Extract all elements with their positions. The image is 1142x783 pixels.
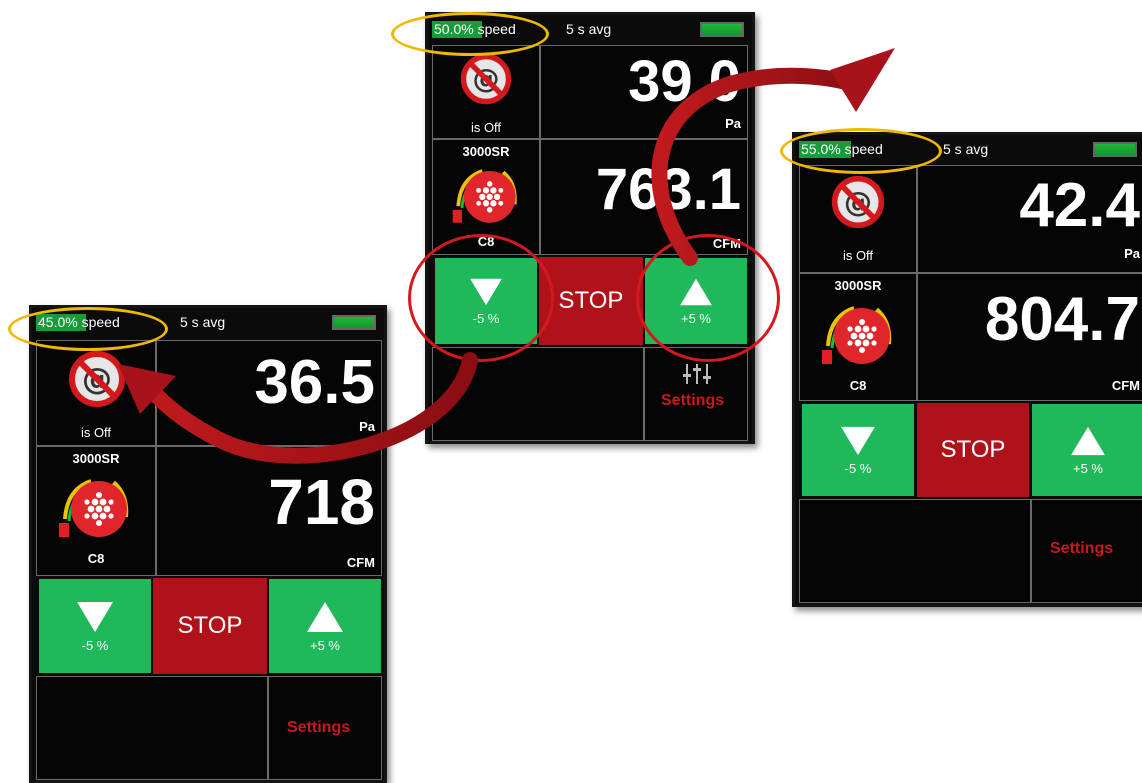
flow-cell: 804.7 CFM — [917, 273, 1142, 401]
averaging-label: 5 s avg — [566, 21, 612, 37]
decrease-speed-button[interactable]: -5 % — [434, 257, 538, 345]
speed-word: speed — [844, 141, 883, 157]
speed-value: 45.0% — [38, 314, 78, 330]
averaging-label: 5 s avg — [943, 141, 989, 157]
flow-cell: 718 CFM — [156, 446, 382, 576]
at-sign-prohibited-icon: @ — [831, 175, 885, 229]
fan-3000sr-icon — [822, 306, 892, 364]
battery-icon — [332, 315, 376, 330]
status-bar: 50.0% speed 5 s avg — [428, 15, 752, 43]
empty-cell — [36, 676, 268, 780]
at-sign-prohibited-icon: @ — [460, 53, 512, 105]
speed-indicator: 50.0% speed — [432, 21, 532, 38]
settings-cell[interactable]: Settings — [268, 676, 382, 780]
fan-cell[interactable]: 3000SR C8 — [36, 446, 156, 576]
at-sign-prohibited-icon: @ — [69, 351, 125, 407]
speed-value: 50.0% — [434, 21, 474, 37]
increase-speed-label: +5 % — [310, 637, 340, 653]
settings-label: Settings — [287, 719, 351, 736]
triangle-down-icon — [77, 601, 113, 632]
controller-status-label: is Off — [842, 248, 874, 263]
decrease-speed-label: -5 % — [81, 637, 109, 653]
averaging-label: 5 s avg — [180, 314, 226, 330]
speed-indicator: 45.0% speed — [36, 314, 136, 331]
flow-value: 804.7 — [984, 285, 1140, 354]
gauge-screen-3: 55.0% speed 5 s avg @ is Off 42.4 Pa 300… — [792, 132, 1142, 607]
fan-ring-label: C8 — [87, 551, 105, 566]
triangle-up-icon — [307, 601, 343, 632]
decrease-speed-button[interactable]: -5 % — [38, 578, 152, 674]
flow-unit: CFM — [346, 555, 375, 570]
decrease-speed-label: -5 % — [472, 310, 500, 326]
controller-status-cell[interactable]: @ is Off — [799, 165, 917, 273]
flow-cell: 763.1 CFM — [540, 139, 748, 255]
controller-status-cell[interactable]: @ is Off — [36, 340, 156, 446]
settings-cell[interactable]: Settings — [644, 347, 748, 441]
fan-ring-label: C8 — [477, 234, 495, 249]
pressure-cell: 39.0 Pa — [540, 45, 748, 139]
triangle-up-icon — [680, 278, 712, 305]
battery-icon — [1093, 142, 1137, 157]
gauge-screen-1: 45.0% speed 5 s avg @ is Off 36.5 Pa 300… — [29, 305, 387, 783]
fan-model-label: 3000SR — [462, 144, 510, 159]
controller-status-label: is Off — [470, 120, 502, 135]
flow-unit: CFM — [1111, 378, 1140, 393]
flow-value: 718 — [268, 466, 375, 538]
decrease-speed-button[interactable]: -5 % — [801, 403, 915, 497]
increase-speed-label: +5 % — [681, 310, 711, 326]
pressure-cell: 36.5 Pa — [156, 340, 382, 446]
increase-flow-arrowhead — [830, 48, 895, 112]
speed-word: speed — [477, 21, 516, 37]
pressure-value: 42.4 — [1019, 171, 1140, 240]
fan-model-label: 3000SR — [72, 451, 120, 466]
increase-speed-label: +5 % — [1073, 460, 1103, 476]
speed-word: speed — [81, 314, 120, 330]
speed-indicator: 55.0% speed — [799, 141, 899, 158]
settings-label: Settings — [1050, 540, 1114, 557]
battery-icon — [700, 22, 744, 37]
pressure-cell: 42.4 Pa — [917, 165, 1142, 273]
flow-unit: CFM — [712, 236, 741, 251]
fan-3000sr-icon — [452, 169, 517, 223]
increase-speed-button[interactable]: +5 % — [1031, 403, 1142, 497]
controller-status-cell[interactable]: @ is Off — [432, 45, 540, 139]
pressure-unit: Pa — [359, 419, 375, 434]
stop-button[interactable]: STOP — [153, 578, 267, 674]
stop-button[interactable]: STOP — [539, 257, 643, 345]
triangle-up-icon — [1071, 426, 1105, 455]
stop-button[interactable]: STOP — [917, 403, 1029, 497]
stop-label: STOP — [558, 287, 624, 314]
controller-status-label: is Off — [80, 425, 112, 440]
fan-model-label: 3000SR — [834, 278, 882, 293]
triangle-down-icon — [470, 278, 502, 305]
empty-cell — [432, 347, 644, 441]
increase-speed-button[interactable]: +5 % — [644, 257, 748, 345]
gauge-screen-2: 50.0% speed 5 s avg @ is Off 39.0 Pa 300… — [425, 12, 755, 444]
status-bar: 55.0% speed 5 s avg — [795, 135, 1142, 163]
settings-cell[interactable]: Settings — [1031, 499, 1142, 603]
settings-label: Settings — [661, 392, 725, 409]
sliders-icon — [683, 364, 711, 384]
decrease-speed-label: -5 % — [844, 460, 872, 476]
status-bar: 45.0% speed 5 s avg — [32, 308, 384, 336]
speed-value: 55.0% — [801, 141, 841, 157]
triangle-down-icon — [841, 426, 875, 455]
stop-label: STOP — [940, 436, 1006, 463]
fan-ring-label: C8 — [849, 378, 867, 393]
increase-speed-button[interactable]: +5 % — [268, 578, 382, 674]
fan-cell[interactable]: 3000SR C8 — [799, 273, 917, 401]
pressure-value: 36.5 — [254, 348, 375, 417]
pressure-unit: Pa — [725, 116, 741, 131]
fan-cell[interactable]: 3000SR C8 — [432, 139, 540, 255]
fan-3000sr-icon — [59, 479, 129, 537]
pressure-value: 39.0 — [628, 49, 741, 114]
stop-label: STOP — [177, 612, 243, 639]
flow-value: 763.1 — [595, 157, 741, 222]
pressure-unit: Pa — [1124, 246, 1140, 261]
empty-cell — [799, 499, 1031, 603]
